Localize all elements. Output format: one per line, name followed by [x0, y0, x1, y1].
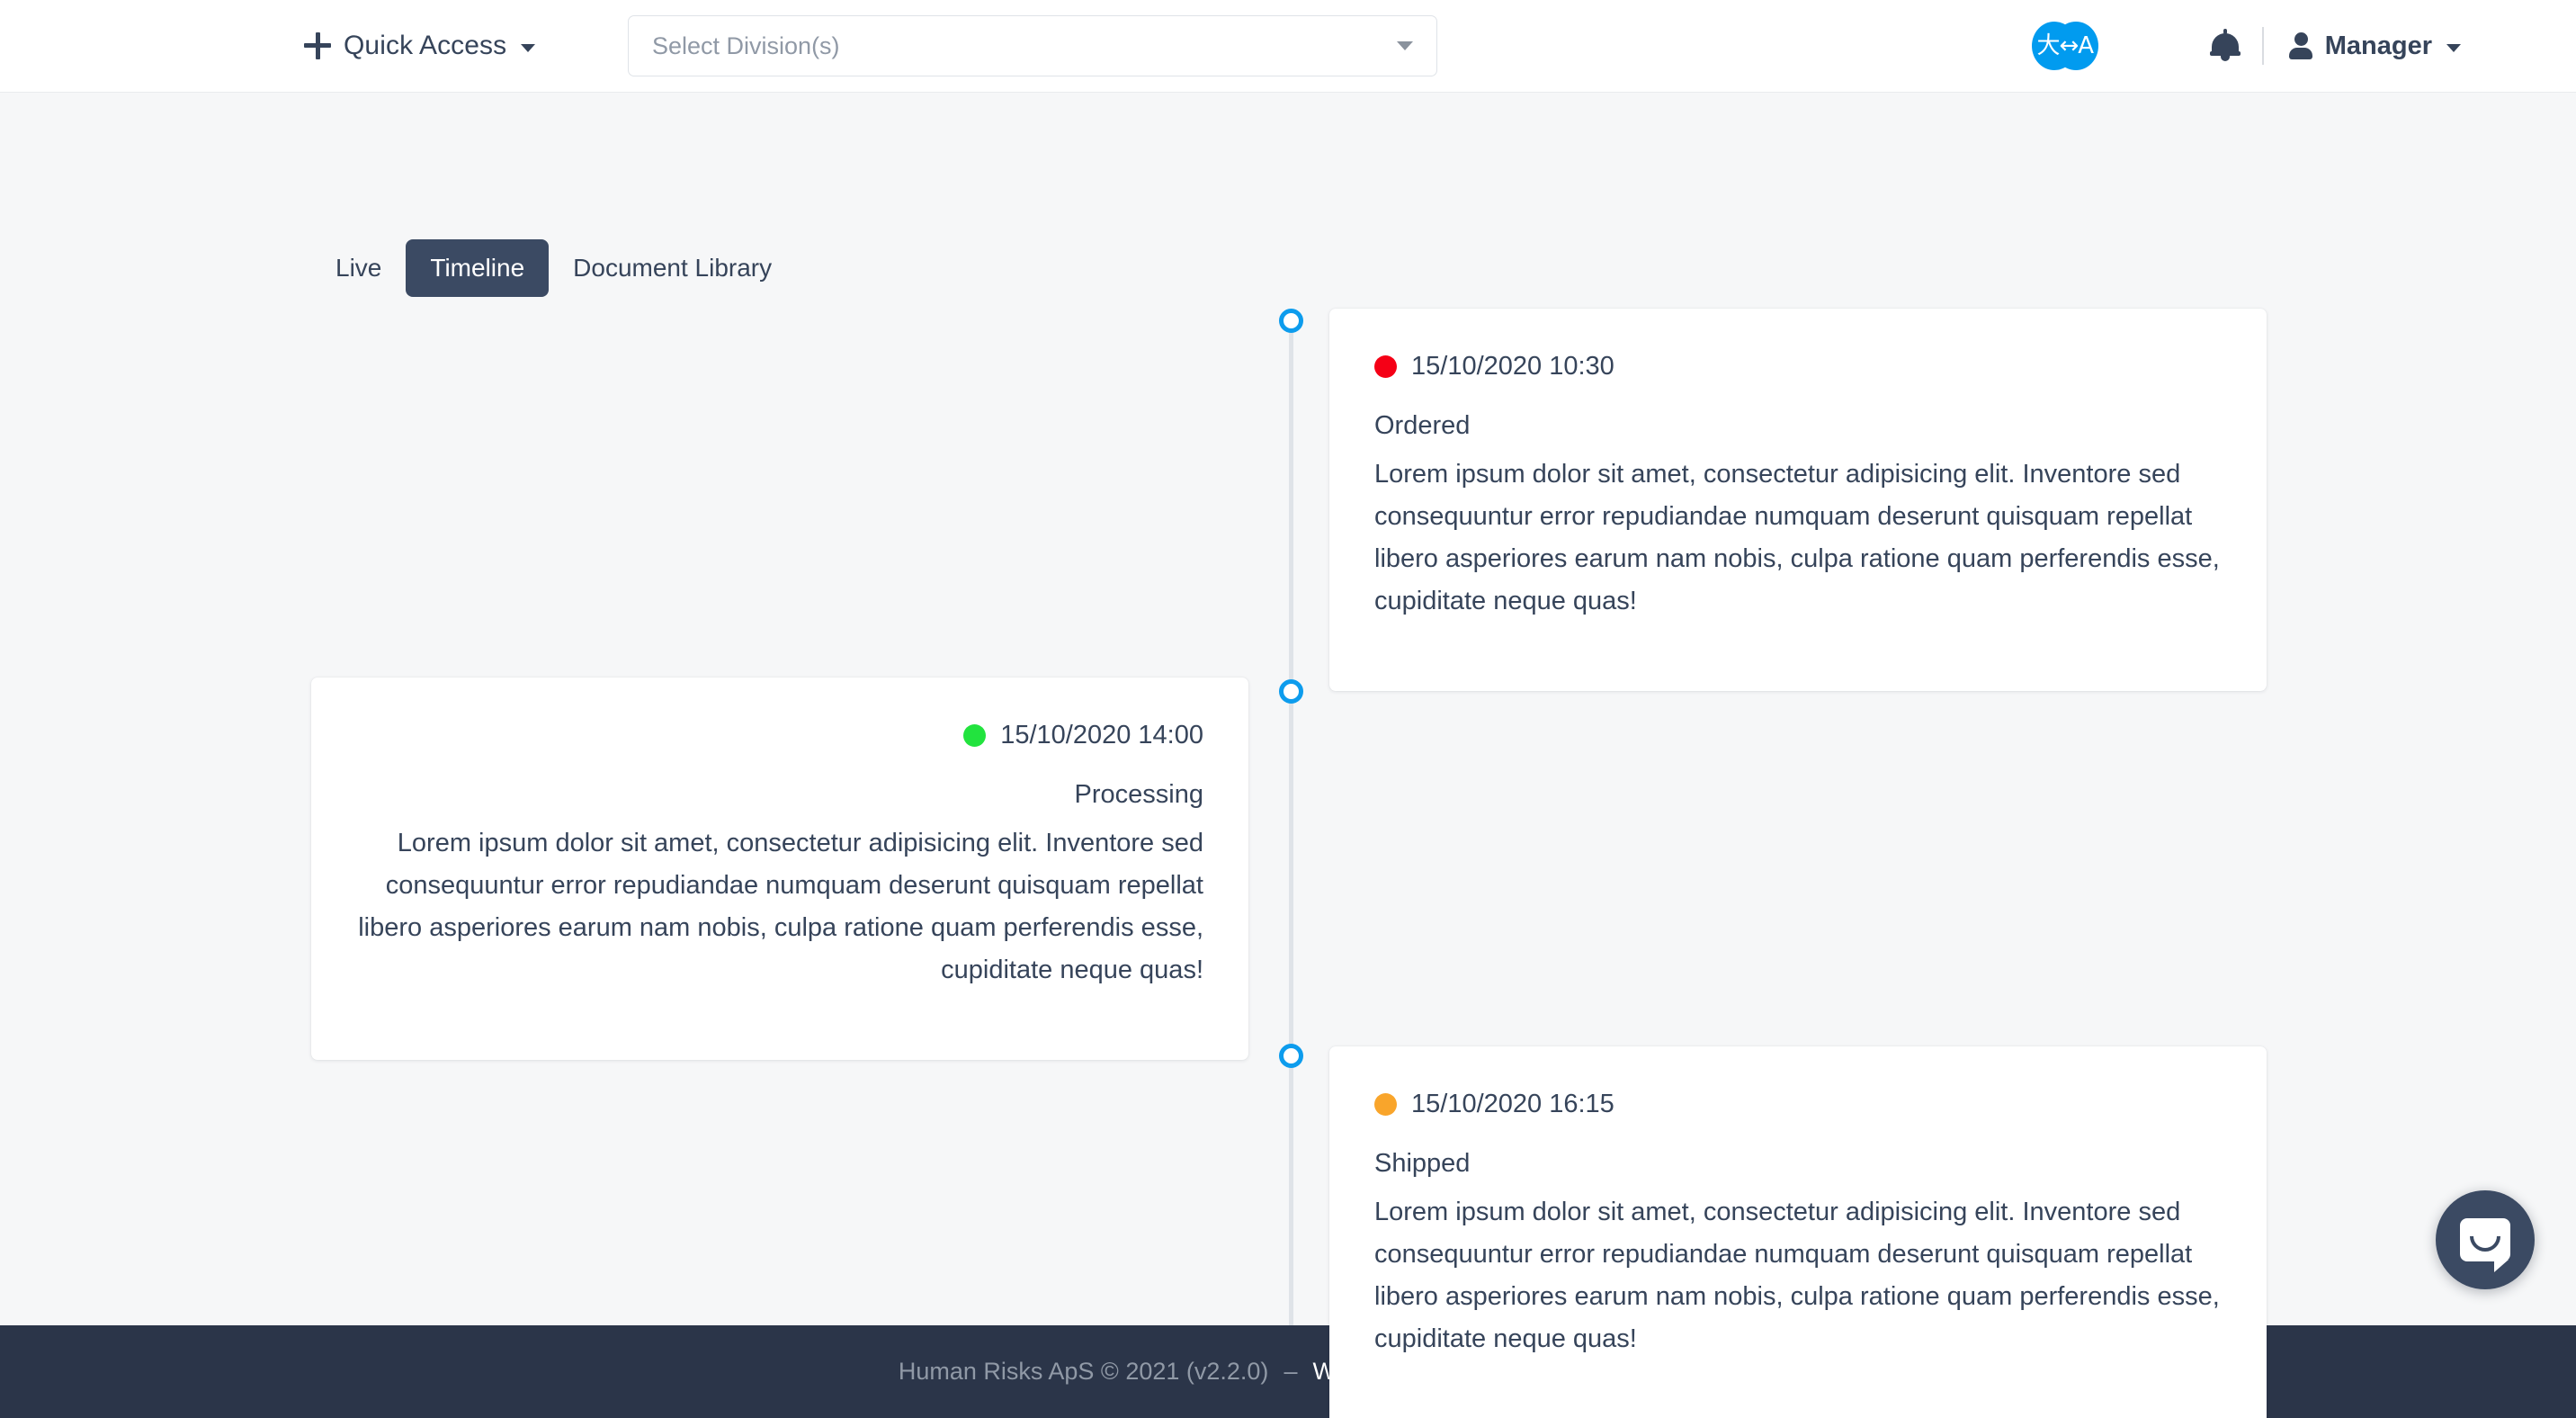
chevron-down-icon	[1397, 41, 1413, 50]
status-dot-orange	[1374, 1093, 1397, 1116]
tab-live[interactable]: Live	[311, 239, 406, 297]
timeline-description: Lorem ipsum dolor sit amet, consectetur …	[358, 829, 1203, 985]
header-divider	[2261, 27, 2264, 65]
translate-icon-glyph: 大↔A	[2036, 32, 2094, 59]
timeline-card-meta: 15/10/2020 10:30	[1374, 352, 2222, 381]
chevron-down-icon	[521, 43, 536, 52]
avatar-head	[2294, 32, 2308, 46]
division-select[interactable]: Select Division(s)	[628, 15, 1437, 76]
timeline-timestamp: 15/10/2020 14:00	[1000, 721, 1203, 749]
top-navigation-bar: Quick Access Select Division(s) 大↔A Mana…	[0, 0, 2576, 93]
translate-icon[interactable]: 大↔A	[2031, 22, 2098, 70]
timeline-timestamp: 15/10/2020 16:15	[1411, 1090, 1614, 1118]
timeline-timestamp: 15/10/2020 10:30	[1411, 352, 1614, 381]
footer-copyright: Human Risks ApS © 2021 (v2.2.0)	[898, 1358, 1269, 1385]
tab-bar: Live Timeline Document Library	[311, 239, 796, 297]
timeline-status-label: Ordered	[1374, 411, 1471, 440]
chat-smile	[2470, 1236, 2500, 1252]
notifications-bell-icon[interactable]	[2209, 29, 2241, 61]
user-avatar-icon	[2288, 32, 2312, 59]
timeline-axis	[1289, 319, 1293, 1325]
bell-nub	[2223, 29, 2227, 34]
timeline-description: Lorem ipsum dolor sit amet, consectetur …	[1374, 460, 2220, 616]
footer-dash: –	[1284, 1358, 1298, 1385]
quick-access-menu[interactable]: Quick Access	[304, 31, 536, 61]
timeline-card-ordered[interactable]: 15/10/2020 10:30 Ordered Lorem ipsum dol…	[1329, 309, 2267, 691]
chat-launcher-button[interactable]	[2436, 1190, 2535, 1289]
avatar-shoulders	[2288, 48, 2312, 59]
timeline-card-processing[interactable]: 15/10/2020 14:00 Processing Lorem ipsum …	[311, 678, 1248, 1060]
bell-clapper	[2220, 55, 2230, 61]
user-menu[interactable]: Manager	[2288, 31, 2461, 61]
chat-bubble-icon	[2460, 1218, 2510, 1272]
timeline-card-meta: 15/10/2020 16:15	[1374, 1090, 2222, 1119]
status-dot-green	[963, 724, 987, 747]
timeline-card-meta: 15/10/2020 14:00	[356, 721, 1203, 750]
status-dot-red	[1374, 355, 1397, 378]
timeline-marker-2[interactable]	[1279, 679, 1303, 704]
timeline-description: Lorem ipsum dolor sit amet, consectetur …	[1374, 1198, 2220, 1354]
tab-timeline[interactable]: Timeline	[406, 239, 550, 297]
timeline-status-label: Shipped	[1374, 1149, 1471, 1178]
timeline-marker-3[interactable]	[1279, 1044, 1303, 1068]
main-content: Live Timeline Document Library 15/10/202…	[0, 93, 2576, 1418]
quick-access-label: Quick Access	[344, 31, 507, 60]
timeline-card-shipped[interactable]: 15/10/2020 16:15 Shipped Lorem ipsum dol…	[1329, 1046, 2267, 1418]
user-name-label: Manager	[2324, 31, 2432, 60]
top-bar-right-group: 大↔A Manager	[2031, 22, 2461, 70]
timeline-marker-1[interactable]	[1279, 309, 1303, 333]
tab-document-library[interactable]: Document Library	[549, 239, 796, 297]
division-select-placeholder: Select Division(s)	[652, 31, 840, 59]
plus-icon	[304, 32, 331, 59]
timeline-status-label: Processing	[1074, 780, 1203, 809]
chevron-down-icon	[2446, 43, 2461, 52]
